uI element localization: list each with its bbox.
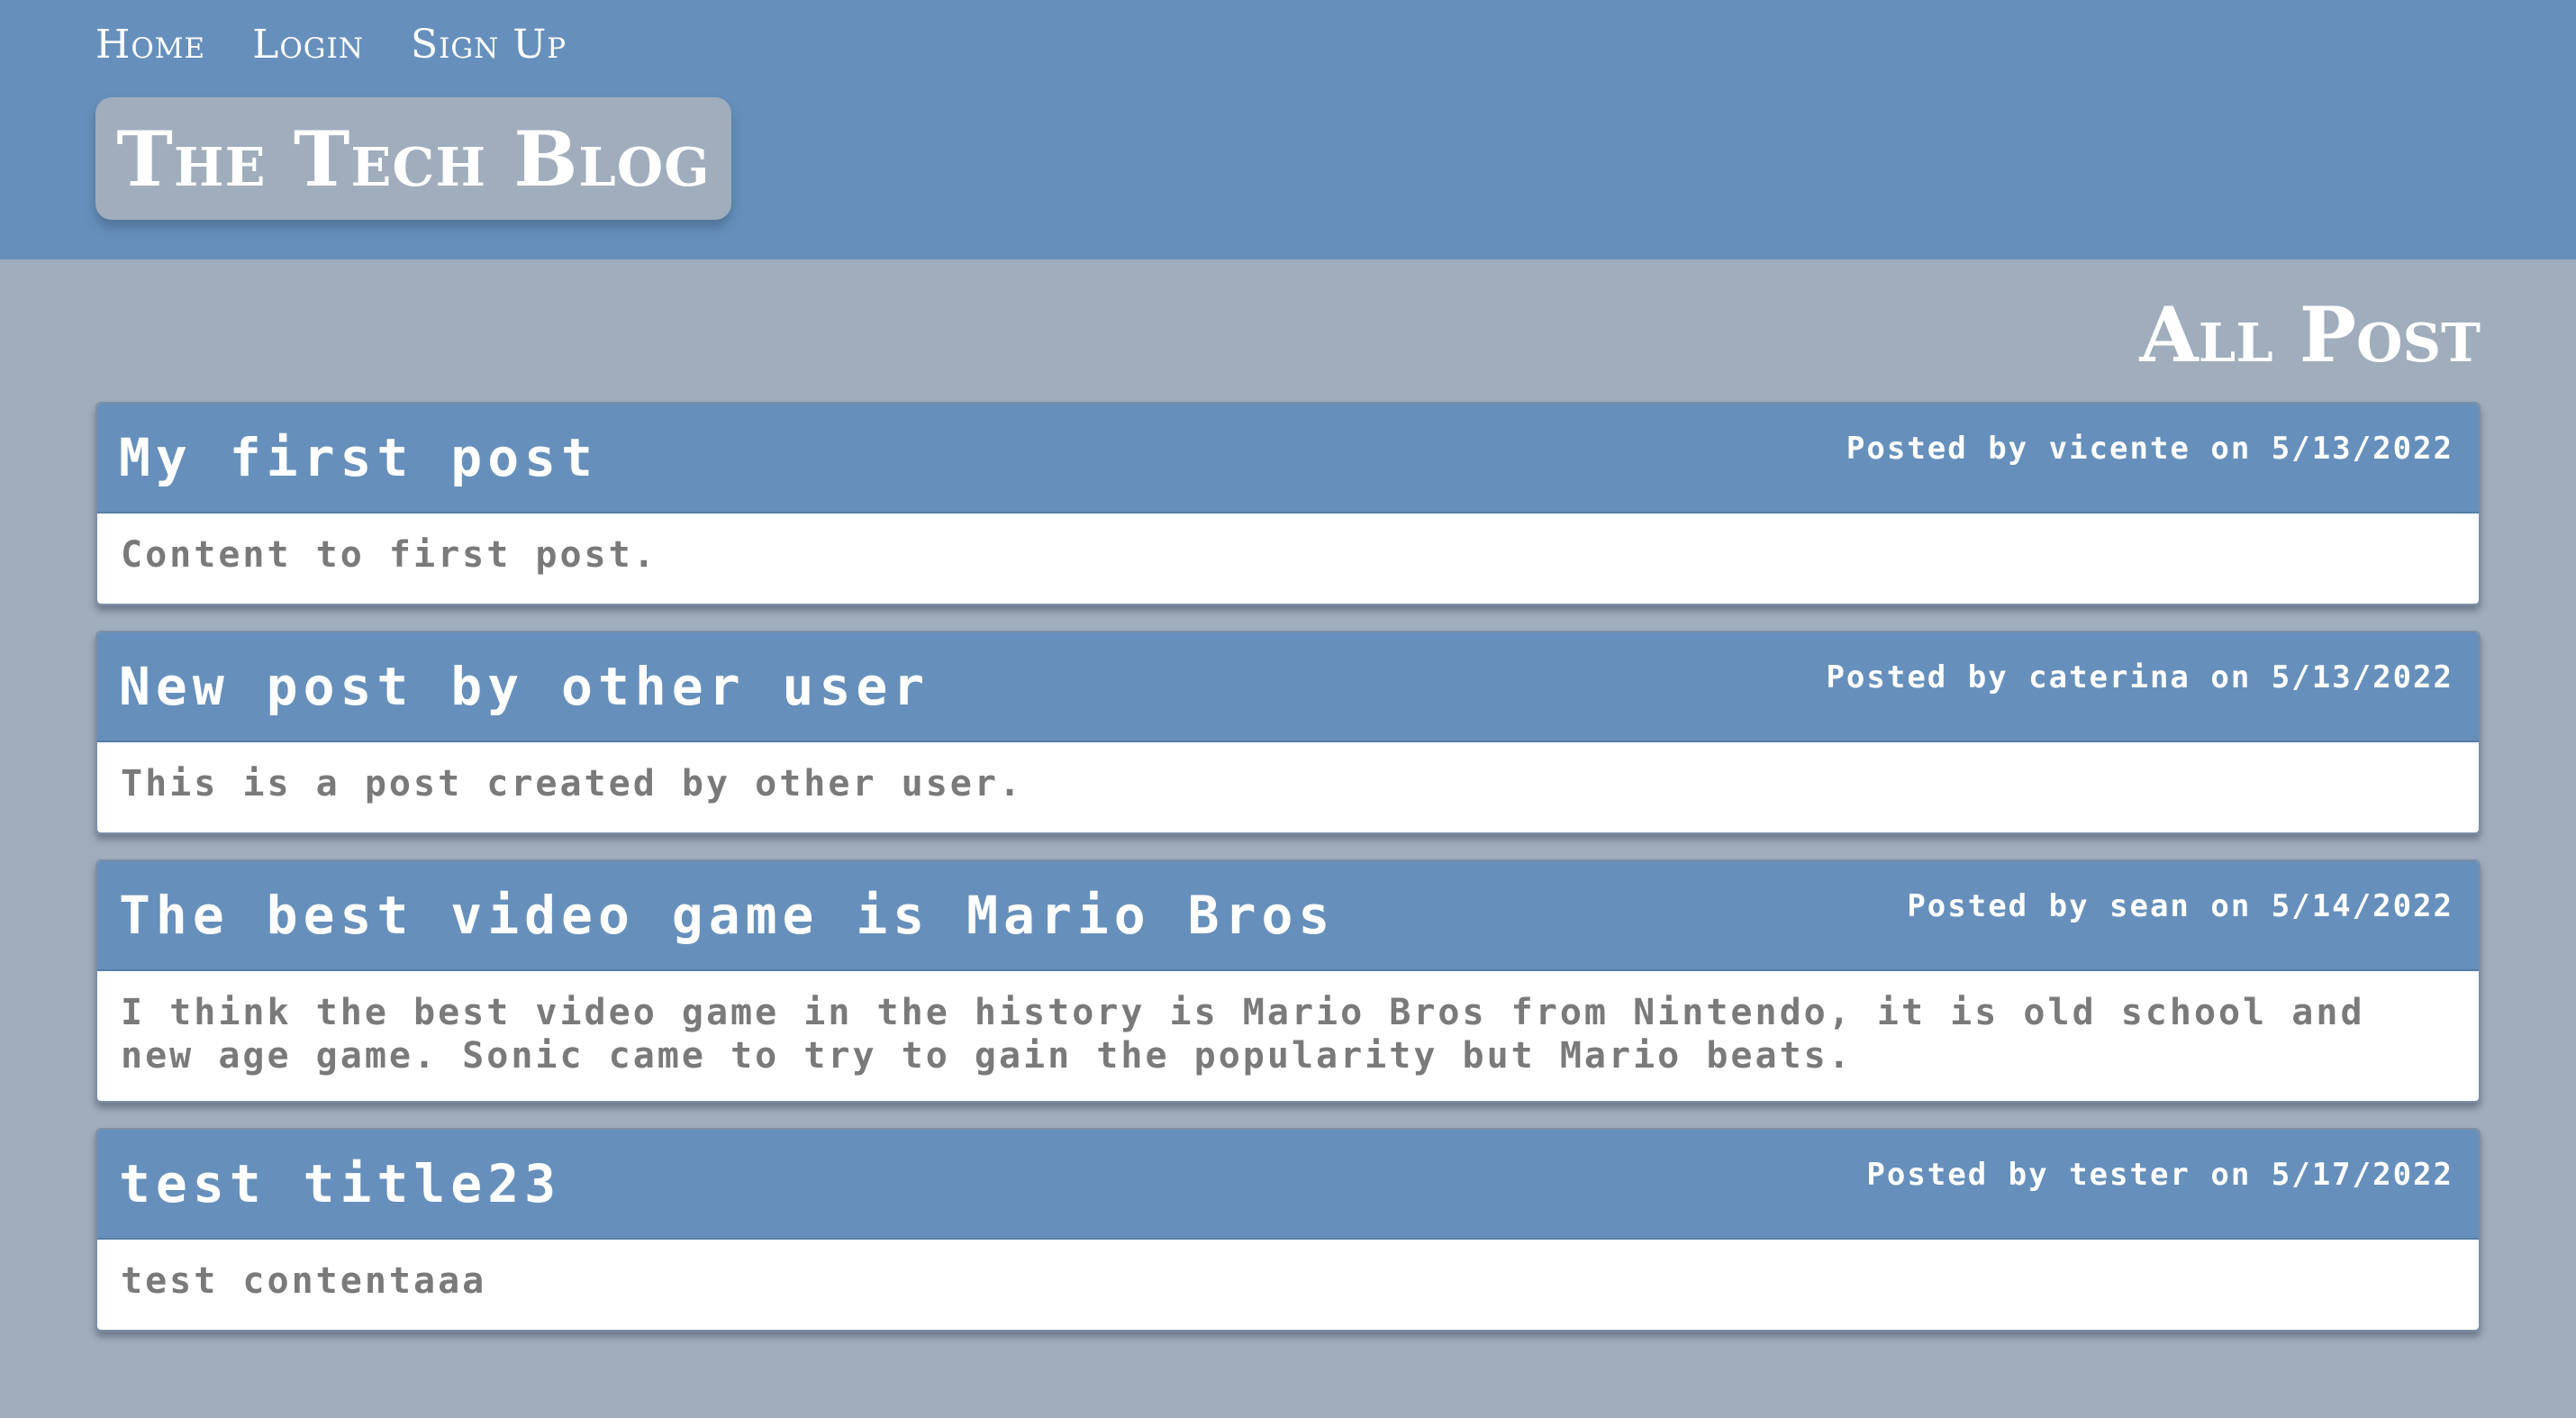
post-card[interactable]: My first post Posted by vicente on 5/13/…	[95, 402, 2481, 605]
post-card[interactable]: The best video game is Mario Bros Posted…	[95, 859, 2481, 1103]
site-brand[interactable]: The Tech Blog	[95, 97, 731, 220]
post-header: My first post Posted by vicente on 5/13/…	[97, 404, 2479, 514]
site-header: Home Login Sign Up The Tech Blog	[0, 0, 2576, 259]
post-header: The best video game is Mario Bros Posted…	[97, 861, 2479, 971]
post-list: My first post Posted by vicente on 5/13/…	[95, 402, 2481, 1357]
post-content: I think the best video game in the histo…	[121, 992, 2365, 1077]
page-title: All Post	[2139, 290, 2481, 379]
post-header: test title23 Posted by tester on 5/17/20…	[97, 1130, 2479, 1240]
post-header: New post by other user Posted by caterin…	[97, 632, 2479, 742]
post-title[interactable]: New post by other user	[119, 656, 930, 717]
main-nav: Home Login Sign Up	[95, 22, 567, 68]
post-meta: Posted by caterina on 5/13/2022	[1826, 659, 2454, 695]
nav-signup-link[interactable]: Sign Up	[411, 22, 567, 68]
nav-login-link[interactable]: Login	[252, 22, 364, 68]
post-title[interactable]: The best video game is Mario Bros	[119, 885, 1335, 946]
post-title[interactable]: test title23	[119, 1153, 561, 1214]
site-title: The Tech Blog	[116, 114, 711, 204]
post-content: test contentaaa	[121, 1260, 487, 1302]
post-title[interactable]: My first post	[119, 427, 598, 488]
post-card[interactable]: New post by other user Posted by caterin…	[95, 631, 2481, 834]
post-meta: Posted by sean on 5/14/2022	[1907, 888, 2454, 924]
nav-home-link[interactable]: Home	[95, 22, 205, 68]
post-content: This is a post created by other user.	[121, 763, 1024, 804]
post-content: Content to first post.	[121, 534, 658, 576]
post-meta: Posted by tester on 5/17/2022	[1866, 1157, 2454, 1193]
post-card[interactable]: test title23 Posted by tester on 5/17/20…	[95, 1128, 2481, 1332]
post-meta: Posted by vicente on 5/13/2022	[1846, 431, 2454, 467]
